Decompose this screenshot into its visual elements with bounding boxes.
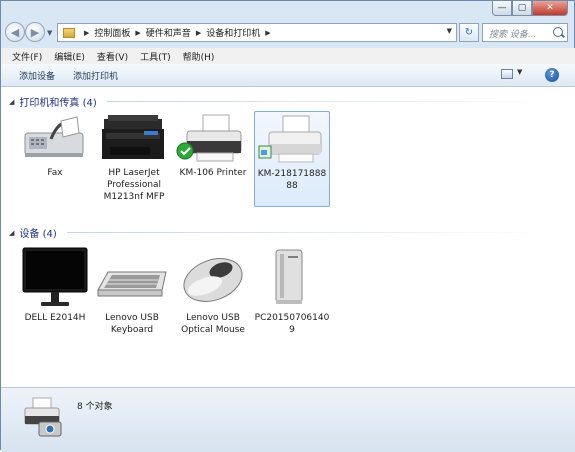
recent-pages-dropdown[interactable]: ▼ [47,29,52,37]
device-lenovo-mouse[interactable]: Lenovo USB Optical Mouse [175,244,251,336]
address-dropdown-button[interactable]: ▼ [447,27,452,35]
caption-buttons: — ▢ ✕ [492,1,568,17]
view-options-dropdown[interactable]: ▼ [517,68,522,76]
content-pane: ◢ 打印机和传真 (4) Fax HP LaserJet Professiona… [1,87,575,387]
search-icon [553,27,563,37]
minimize-button[interactable]: — [492,1,512,16]
menu-file[interactable]: 文件(F) [1,50,48,63]
menu-bar: 文件(F) 编辑(E) 查看(V) 工具(T) 帮助(H) [1,48,575,65]
control-panel-icon [63,27,75,38]
device-fax[interactable]: Fax [17,111,93,179]
printer-default-icon [173,111,253,167]
computer-tower-icon [254,244,330,312]
help-button[interactable]: ? [545,68,559,82]
add-device-button[interactable]: 添加设备 [1,69,64,82]
breadcrumb-devices-printers[interactable]: 设备和打印机 ▶ [206,26,275,40]
back-button[interactable]: ◀ [5,22,25,42]
forward-button[interactable]: ▶ [25,22,45,42]
group-divider [107,101,557,102]
details-pane: 8 个对象 [1,387,575,452]
device-hp-laserjet[interactable]: HP LaserJet Professional M1213nf MFP [94,111,174,203]
printer-icon [255,112,331,168]
device-dell-monitor[interactable]: DELL E2014H [17,244,93,324]
breadcrumb-hardware-sound[interactable]: 硬件和声音 ▶ [146,26,206,40]
mouse-icon [175,244,251,312]
device-km-21817188888[interactable]: KM-21817188888 [254,111,330,207]
monitor-icon [17,244,93,312]
multifunction-printer-icon [94,111,174,167]
collapse-chevron-icon: ◢ [9,97,15,106]
chevron-right-icon: ▶ [195,28,202,37]
address-bar[interactable]: ▶ 控制面板 ▶ 硬件和声音 ▶ 设备和打印机 ▶ ▼ [57,23,457,42]
collapse-chevron-icon: ◢ [9,228,15,237]
device-lenovo-keyboard[interactable]: Lenovo USB Keyboard [94,244,170,336]
minimize-icon: — [497,3,507,13]
refresh-icon: ↻ [464,27,474,38]
fax-icon [17,111,93,167]
printers-group-header[interactable]: ◢ 打印机和传真 (4) [9,94,97,110]
change-view-button[interactable] [501,69,513,79]
devices-group-header[interactable]: ◢ 设备 (4) [9,225,57,241]
chevron-right-icon: ▶ [265,28,271,37]
back-arrow-icon: ◀ [10,25,20,39]
forward-arrow-icon: ▶ [30,25,40,39]
add-printer-button[interactable]: 添加打印机 [64,69,127,82]
menu-help[interactable]: 帮助(H) [177,50,221,63]
navigation-bar: ◀ ▶ ▼ ▶ 控制面板 ▶ 硬件和声音 ▶ 设备和打印机 ▶ ▼ ↻ 搜索 设备..… [1,19,575,47]
keyboard-icon [94,244,170,312]
close-icon: ✕ [546,3,554,13]
printer-camera-icon [21,394,65,438]
refresh-button[interactable]: ↻ [459,23,479,42]
menu-edit[interactable]: 编辑(E) [48,50,91,63]
menu-tools[interactable]: 工具(T) [134,50,177,63]
maximize-icon: ▢ [517,3,527,13]
menu-view[interactable]: 查看(V) [91,50,134,63]
command-bar: 添加设备 添加打印机 ▼ ? [1,64,575,87]
group-divider [67,232,557,233]
search-input[interactable]: 搜索 设备... [482,23,568,42]
devices-and-printers-window: — ▢ ✕ ◀ ▶ ▼ ▶ 控制面板 ▶ 硬件和声音 ▶ 设备和打印机 ▶ ▼ ↻ 搜… [0,0,575,452]
object-count: 8 个对象 [77,402,113,412]
device-pc[interactable]: PC201507061409 [254,244,330,336]
help-icon: ? [549,70,555,80]
chevron-right-icon: ▶ [84,28,90,37]
device-km-106-printer[interactable]: KM-106 Printer [173,111,253,179]
chevron-right-icon: ▶ [135,28,141,37]
close-button[interactable]: ✕ [532,1,568,16]
maximize-button[interactable]: ▢ [512,1,532,16]
breadcrumb-control-panel[interactable]: 控制面板 ▶ [94,26,145,40]
